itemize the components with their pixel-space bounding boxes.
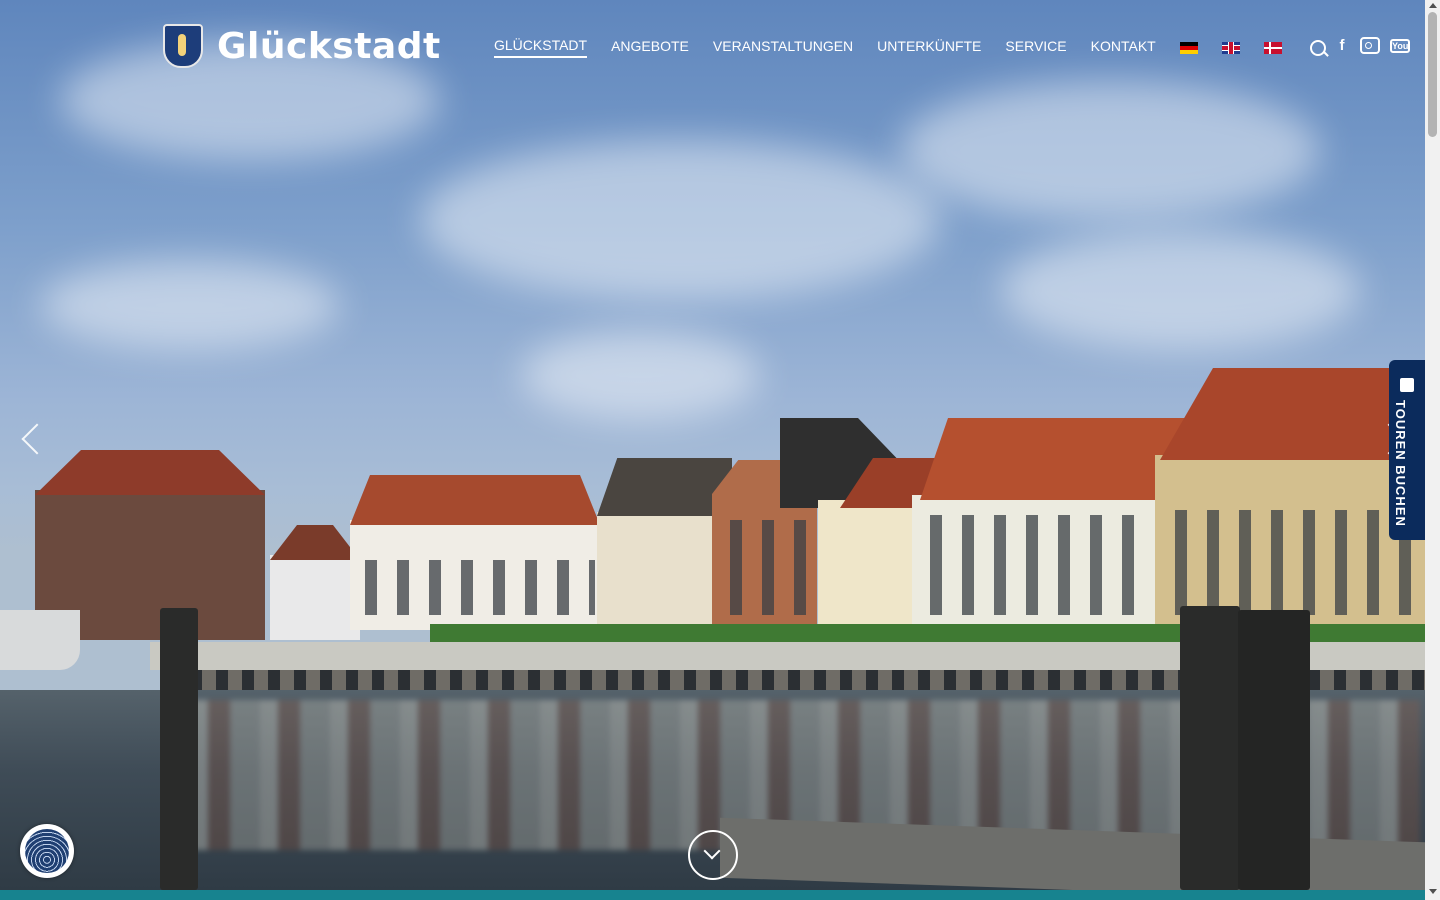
scroll-up-arrow-icon[interactable] <box>1429 3 1437 8</box>
cloud <box>40 260 340 350</box>
building-roof <box>35 450 265 495</box>
main-nav: GLÜCKSTADT ANGEBOTE VERANSTALTUNGEN UNTE… <box>494 37 1326 58</box>
cloud <box>420 140 940 300</box>
building-roof <box>270 525 360 560</box>
windows <box>355 560 595 615</box>
mooring-post <box>1238 610 1310 890</box>
search-icon[interactable] <box>1309 39 1326 56</box>
fingerprint-icon <box>25 829 69 873</box>
windows <box>920 515 1150 615</box>
cloud <box>520 330 760 420</box>
building-roof <box>350 475 600 525</box>
facebook-icon[interactable]: f <box>1334 37 1350 54</box>
footer-strip <box>0 890 1425 900</box>
nav-item-service[interactable]: SERVICE <box>1005 38 1066 57</box>
windows <box>720 520 810 615</box>
nav-item-kontakt[interactable]: KONTAKT <box>1091 38 1156 57</box>
de-flag-icon[interactable] <box>1179 41 1198 54</box>
site-header: Glückstadt GLÜCKSTADT ANGEBOTE VERANSTAL… <box>0 0 1425 90</box>
mooring-post <box>160 608 198 890</box>
nav-item-veranstaltungen[interactable]: VERANSTALTUNGEN <box>713 38 853 57</box>
building-beige <box>597 512 717 630</box>
building-cream <box>818 500 918 630</box>
mooring-post <box>1180 606 1240 890</box>
nav-item-angebote[interactable]: ANGEBOTE <box>611 38 689 57</box>
touren-buchen-label: TOUREN BUCHEN <box>1393 400 1408 527</box>
scroll-down-arrow-icon[interactable] <box>1429 889 1437 894</box>
touren-buchen-button[interactable]: TOUREN BUCHEN <box>1389 360 1425 540</box>
privacy-settings-button[interactable] <box>20 824 74 878</box>
nav-item-unterkuenfte[interactable]: UNTERKÜNFTE <box>877 38 981 57</box>
social-links: f You <box>1334 37 1410 54</box>
hero-slider-image <box>0 0 1425 890</box>
page-scrollbar[interactable] <box>1425 0 1440 900</box>
cloud <box>1000 230 1360 350</box>
instagram-icon[interactable] <box>1360 37 1380 54</box>
youtube-icon[interactable]: You <box>1390 38 1410 53</box>
building-white <box>270 555 360 640</box>
dk-flag-icon[interactable] <box>1263 41 1282 54</box>
site-logo[interactable]: Glückstadt <box>163 24 441 68</box>
coat-of-arms-icon <box>163 24 203 68</box>
en-flag-icon[interactable] <box>1221 41 1240 54</box>
nav-item-glueckstadt[interactable]: GLÜCKSTADT <box>494 37 588 58</box>
cloud <box>900 80 1320 220</box>
scroll-thumb[interactable] <box>1428 12 1437 137</box>
ticket-icon <box>1400 378 1414 392</box>
logo-text: Glückstadt <box>217 25 441 67</box>
ship-bow <box>0 610 80 670</box>
windows <box>1165 510 1415 615</box>
building-roof <box>597 458 732 516</box>
scroll-down-icon[interactable] <box>688 830 738 880</box>
